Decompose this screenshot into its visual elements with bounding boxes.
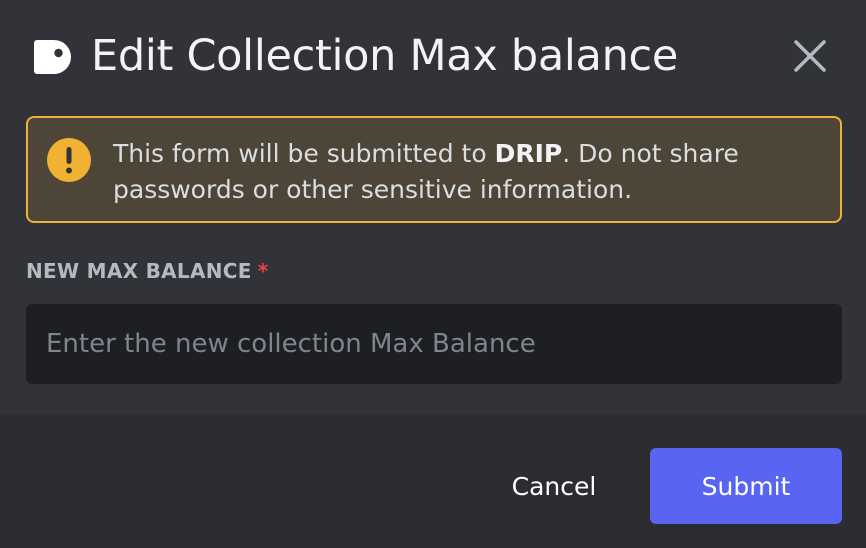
field-label-text: NEW MAX BALANCE [26, 259, 252, 283]
modal-title: Edit Collection Max balance [91, 31, 679, 81]
modal-footer: Cancel Submit [0, 414, 866, 548]
warning-text-prefix: This form will be submitted to [113, 139, 495, 168]
required-indicator: * [257, 259, 269, 283]
warning-text: This form will be submitted to DRIP. Do … [113, 136, 813, 208]
max-balance-input[interactable] [26, 304, 842, 384]
warning-notice: This form will be submitted to DRIP. Do … [26, 116, 842, 223]
submit-button[interactable]: Submit [650, 448, 842, 524]
modal-header: Edit Collection Max balance [0, 0, 866, 110]
bot-app-icon [34, 40, 71, 74]
close-icon[interactable] [788, 34, 832, 78]
field-label: NEW MAX BALANCE * [26, 257, 268, 285]
cancel-button[interactable]: Cancel [488, 448, 620, 524]
app-name: DRIP [494, 139, 563, 168]
exclamation-icon [47, 138, 91, 182]
modal-dialog: Edit Collection Max balance This form wi… [0, 0, 866, 548]
